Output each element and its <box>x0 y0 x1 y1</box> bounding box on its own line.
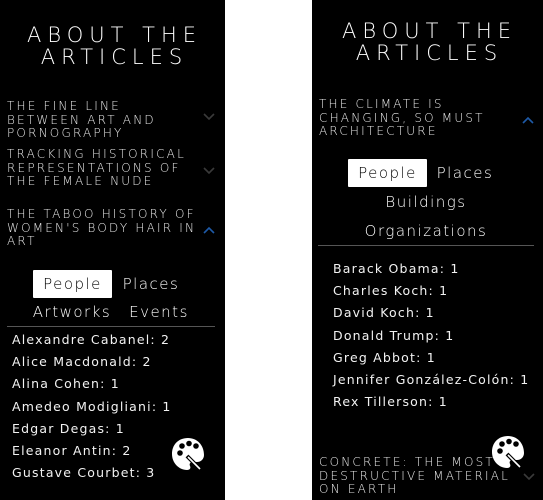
palette-icon[interactable] <box>490 434 526 470</box>
people-list: Barack Obama: 1 Charles Koch: 1 David Ko… <box>333 258 529 413</box>
list-item[interactable]: Rex Tillerson: 1 <box>333 391 529 413</box>
list-item[interactable]: Charles Koch: 1 <box>333 280 529 302</box>
articles-panel-left: About the Articles The Fine Line Between… <box>0 0 225 500</box>
article-item[interactable]: The Fine Line Between Art and Pornograph… <box>7 99 197 141</box>
chevron-up-icon[interactable] <box>521 112 535 126</box>
list-item[interactable]: Alexandre Cabanel: 2 <box>12 329 172 351</box>
list-item[interactable]: Alice Macdonald: 2 <box>12 351 172 373</box>
article-item[interactable]: Tracking Historical Representations of t… <box>7 147 197 189</box>
tab-organizations[interactable]: Organizations <box>364 217 488 245</box>
article-item[interactable]: The Climate is Changing, So Must Archite… <box>319 97 515 139</box>
article-item[interactable]: Concrete: The Most Destructive Material … <box>319 455 519 497</box>
article-item[interactable]: The Taboo History of Women's Body Hair i… <box>7 207 203 249</box>
chevron-down-icon[interactable] <box>522 468 536 482</box>
tab-buildings[interactable]: Buildings <box>384 188 468 216</box>
tab-places[interactable]: Places <box>433 159 497 187</box>
palette-icon[interactable] <box>170 436 206 472</box>
list-item[interactable]: Jennifer González-Colón: 1 <box>333 369 529 391</box>
tab-places[interactable]: Places <box>118 270 184 298</box>
chevron-up-icon[interactable] <box>202 222 216 236</box>
people-list: Alexandre Cabanel: 2 Alice Macdonald: 2 … <box>12 329 172 484</box>
tab-people[interactable]: People <box>33 270 112 298</box>
list-item[interactable]: Eleanor Antin: 2 <box>12 440 172 462</box>
tab-artworks[interactable]: Artworks <box>30 298 114 326</box>
chevron-down-icon[interactable] <box>202 108 216 122</box>
list-item[interactable]: Greg Abbot: 1 <box>333 347 529 369</box>
panel-title: About the Articles <box>26 23 203 69</box>
list-item[interactable]: Amedeo Modigliani: 1 <box>12 396 172 418</box>
list-item[interactable]: Alina Cohen: 1 <box>12 373 172 395</box>
list-item[interactable]: Donald Trump: 1 <box>333 325 529 347</box>
article-title: Concrete: The Most Destructive Material … <box>319 455 511 496</box>
article-title: The Fine Line Between Art and Pornograph… <box>7 99 156 140</box>
list-item[interactable]: Barack Obama: 1 <box>333 258 529 280</box>
list-item[interactable]: Edgar Degas: 1 <box>12 418 172 440</box>
chevron-down-icon[interactable] <box>202 162 216 176</box>
divider <box>318 245 534 246</box>
panel-title: About the Articles <box>341 19 518 65</box>
tab-people[interactable]: People <box>348 159 427 187</box>
list-item[interactable]: David Koch: 1 <box>333 302 529 324</box>
article-title: The Climate is Changing, So Must Archite… <box>319 97 485 138</box>
articles-panel-right: About the Articles The Climate is Changi… <box>312 0 543 500</box>
divider <box>7 326 215 327</box>
list-item[interactable]: Gustave Courbet: 3 <box>12 462 172 484</box>
article-title: The Taboo History of Women's Body Hair i… <box>7 207 197 248</box>
article-title: Tracking Historical Representations of t… <box>7 147 186 188</box>
tab-events[interactable]: Events <box>126 298 192 326</box>
